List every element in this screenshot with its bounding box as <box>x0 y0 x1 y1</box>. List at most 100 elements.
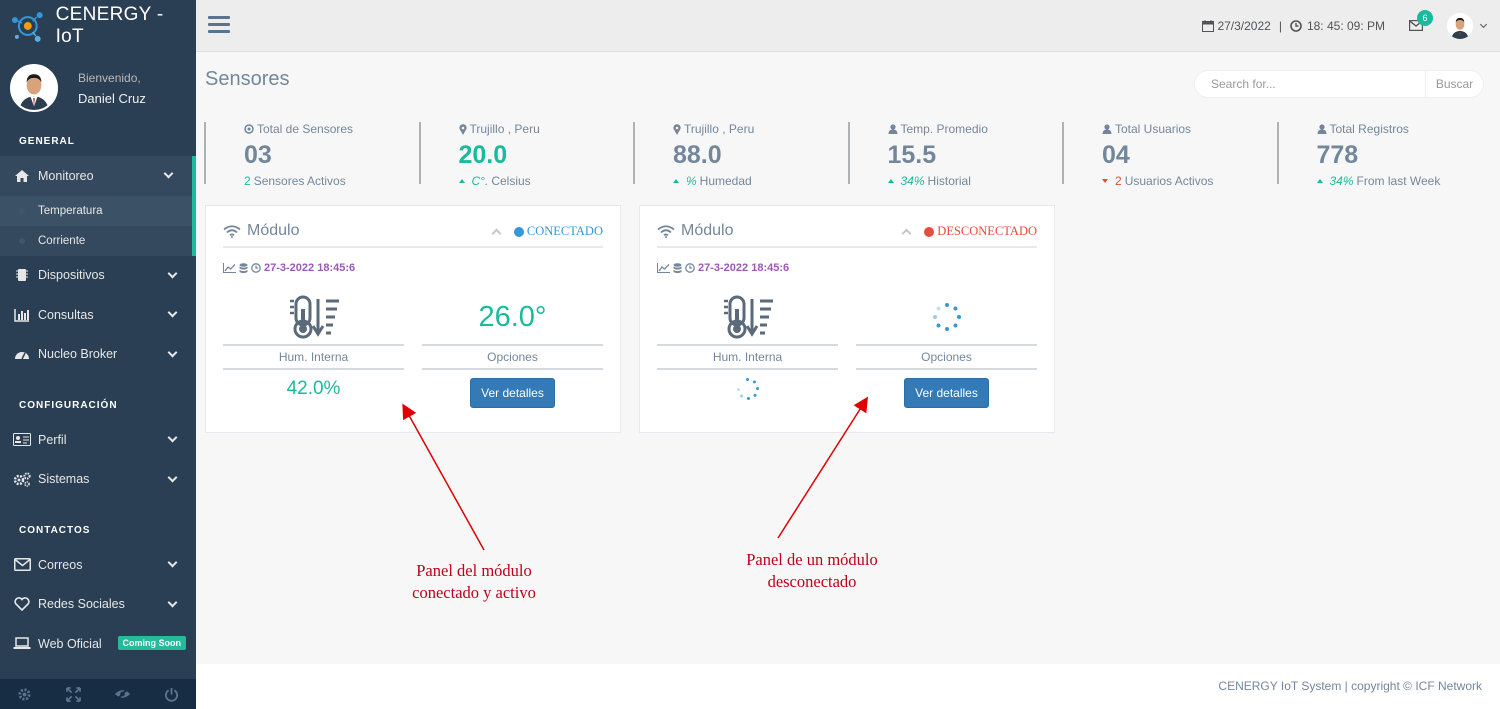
options-cell: 26.0° Opciones Ver detalles <box>422 290 603 408</box>
clock-icon <box>251 263 261 273</box>
search-bar: Buscar <box>1194 70 1484 98</box>
search-input[interactable] <box>1194 70 1426 98</box>
user-name: Daniel Cruz <box>78 90 146 106</box>
laptop-icon <box>12 636 32 652</box>
sidebar-item-temperatura[interactable]: Temperatura <box>0 195 192 226</box>
sidebar-item-label: Consultas <box>38 307 94 322</box>
status-dot <box>513 226 524 237</box>
loading-spinner-icon <box>932 303 961 331</box>
sidebar-item-label: Dispositivos <box>38 268 105 283</box>
hum-interna-label: Hum. Interna <box>657 344 838 370</box>
current-date: 27/3/2022 <box>1217 19 1271 33</box>
status-badge: CONECTADO <box>526 224 603 238</box>
chevron-down-icon <box>167 557 178 568</box>
collapse-icon[interactable] <box>491 228 502 239</box>
search-button[interactable]: Buscar <box>1426 70 1484 98</box>
tile-label: Temp. Promedio <box>900 122 988 136</box>
brand[interactable]: CENERGY - IoT <box>0 0 196 52</box>
sidebar-item-label: Correos <box>38 557 83 572</box>
sidebar-item-redes-sociales[interactable]: Redes Sociales <box>0 585 196 625</box>
sidebar-item-monitoreo[interactable]: Monitoreo <box>0 156 196 196</box>
database-icon <box>673 262 682 273</box>
tile-foot-value: C°. <box>471 174 489 188</box>
sidebar: CENERGY - IoT Bienvenido, Daniel Cruz GE… <box>0 0 196 709</box>
tile-foot-value: % <box>686 174 697 188</box>
sidebar-item-dispositivos[interactable]: Dispositivos <box>0 256 196 296</box>
sidebar-item-label: Redes Sociales <box>38 597 125 612</box>
tile-total-sensores: Total de Sensores 03 2 Sensores Activos <box>204 122 419 188</box>
clock-icon <box>685 263 695 273</box>
user-photo-icon <box>12 66 56 110</box>
sidebar-item-label: Sistemas <box>38 472 90 487</box>
humidity-value: 42.0% <box>286 378 341 399</box>
messages-button[interactable]: 6 <box>1408 10 1433 32</box>
sidebar-item-corriente[interactable]: Corriente <box>0 226 192 256</box>
tile-humidity: Trujillo , Peru 88.0 % Humedad <box>633 122 848 188</box>
tile-label: Total Usuarios <box>1115 122 1192 136</box>
cogs-icon <box>12 471 32 487</box>
tile-value: 15.5 <box>887 141 937 169</box>
heart-icon <box>12 596 32 612</box>
panel-title: Módulo <box>681 222 734 239</box>
avatar[interactable] <box>10 64 58 112</box>
tile-value: 20.0 <box>458 141 508 169</box>
envelope-icon <box>12 557 32 573</box>
tile-label: Total de Sensores <box>257 122 354 136</box>
tile-label: Total Registros <box>1329 122 1409 136</box>
annotation-line: conectado y activo <box>412 583 536 602</box>
options-cell: Opciones Ver detalles <box>856 290 1037 408</box>
sidebar-item-correos[interactable]: Correos <box>0 545 196 585</box>
bar-chart-icon <box>12 307 32 323</box>
tile-value: 03 <box>244 141 272 169</box>
tile-foot-value: 2 <box>244 174 251 188</box>
tile-label: Trujillo , Peru <box>469 122 540 136</box>
panel-timestamp: 27-3-2022 18:45:6 <box>698 262 790 274</box>
map-marker-icon <box>673 123 681 135</box>
tile-foot-text: Usuarios Activos <box>1124 174 1214 188</box>
section-configuracion: CONFIGURACIÓN <box>19 400 118 411</box>
thermometer-cell: Hum. Interna 42.0% <box>223 290 404 400</box>
tile-value: 88.0 <box>673 141 722 169</box>
target-icon <box>244 124 254 134</box>
annotation-line: desconectado <box>767 572 857 591</box>
map-marker-icon <box>458 123 467 135</box>
sidebar-item-web-oficial[interactable]: Web Oficial Coming Soon <box>0 624 196 664</box>
annotation-disconnected: Panel de un módulo desconectado <box>722 549 902 593</box>
sidebar-item-nucleo-broker[interactable]: Nucleo Broker <box>0 335 196 375</box>
sidebar-item-perfil[interactable]: Perfil <box>0 420 196 460</box>
sidebar-item-sistemas[interactable]: Sistemas <box>0 460 196 500</box>
chevron-down-icon <box>167 268 178 278</box>
fullscreen-icon[interactable] <box>49 679 98 709</box>
user-icon <box>888 124 897 134</box>
wifi-icon <box>657 224 675 238</box>
ver-detalles-button[interactable]: Ver detalles <box>904 378 989 408</box>
sidebar-item-consultas[interactable]: Consultas <box>0 295 196 335</box>
eye-slash-icon[interactable] <box>98 679 147 709</box>
sidebar-item-label: Web Oficial <box>38 636 102 651</box>
chevron-down-icon <box>167 432 178 443</box>
coming-soon-badge: Coming Soon <box>117 636 186 650</box>
chevron-down-icon <box>167 472 178 482</box>
profile: Bienvenido, Daniel Cruz <box>0 52 196 124</box>
status-dot <box>924 226 935 237</box>
tile-foot-value: 2 <box>1115 174 1122 188</box>
gear-icon[interactable] <box>0 679 49 709</box>
collapse-icon[interactable] <box>901 228 912 239</box>
sidebar-item-label: Perfil <box>38 432 67 447</box>
menu-toggle-icon[interactable] <box>208 16 230 34</box>
chevron-down-icon[interactable] <box>1479 20 1488 29</box>
home-icon <box>12 168 32 184</box>
tile-label: Trujillo , Peru <box>684 122 755 136</box>
line-chart-icon <box>223 263 236 273</box>
clock-icon <box>1290 20 1302 32</box>
tile-foot-text: Celsius <box>491 174 531 188</box>
chevron-down-icon <box>167 347 178 357</box>
power-icon[interactable] <box>147 679 196 709</box>
ver-detalles-button[interactable]: Ver detalles <box>470 378 555 408</box>
tile-foot-text: Historial <box>927 174 971 188</box>
chip-icon <box>12 267 32 283</box>
brand-name: CENERGY - IoT <box>55 4 164 47</box>
panel-title: Módulo <box>247 222 300 239</box>
chevron-down-icon <box>167 307 178 318</box>
user-avatar-menu[interactable] <box>1447 13 1473 39</box>
